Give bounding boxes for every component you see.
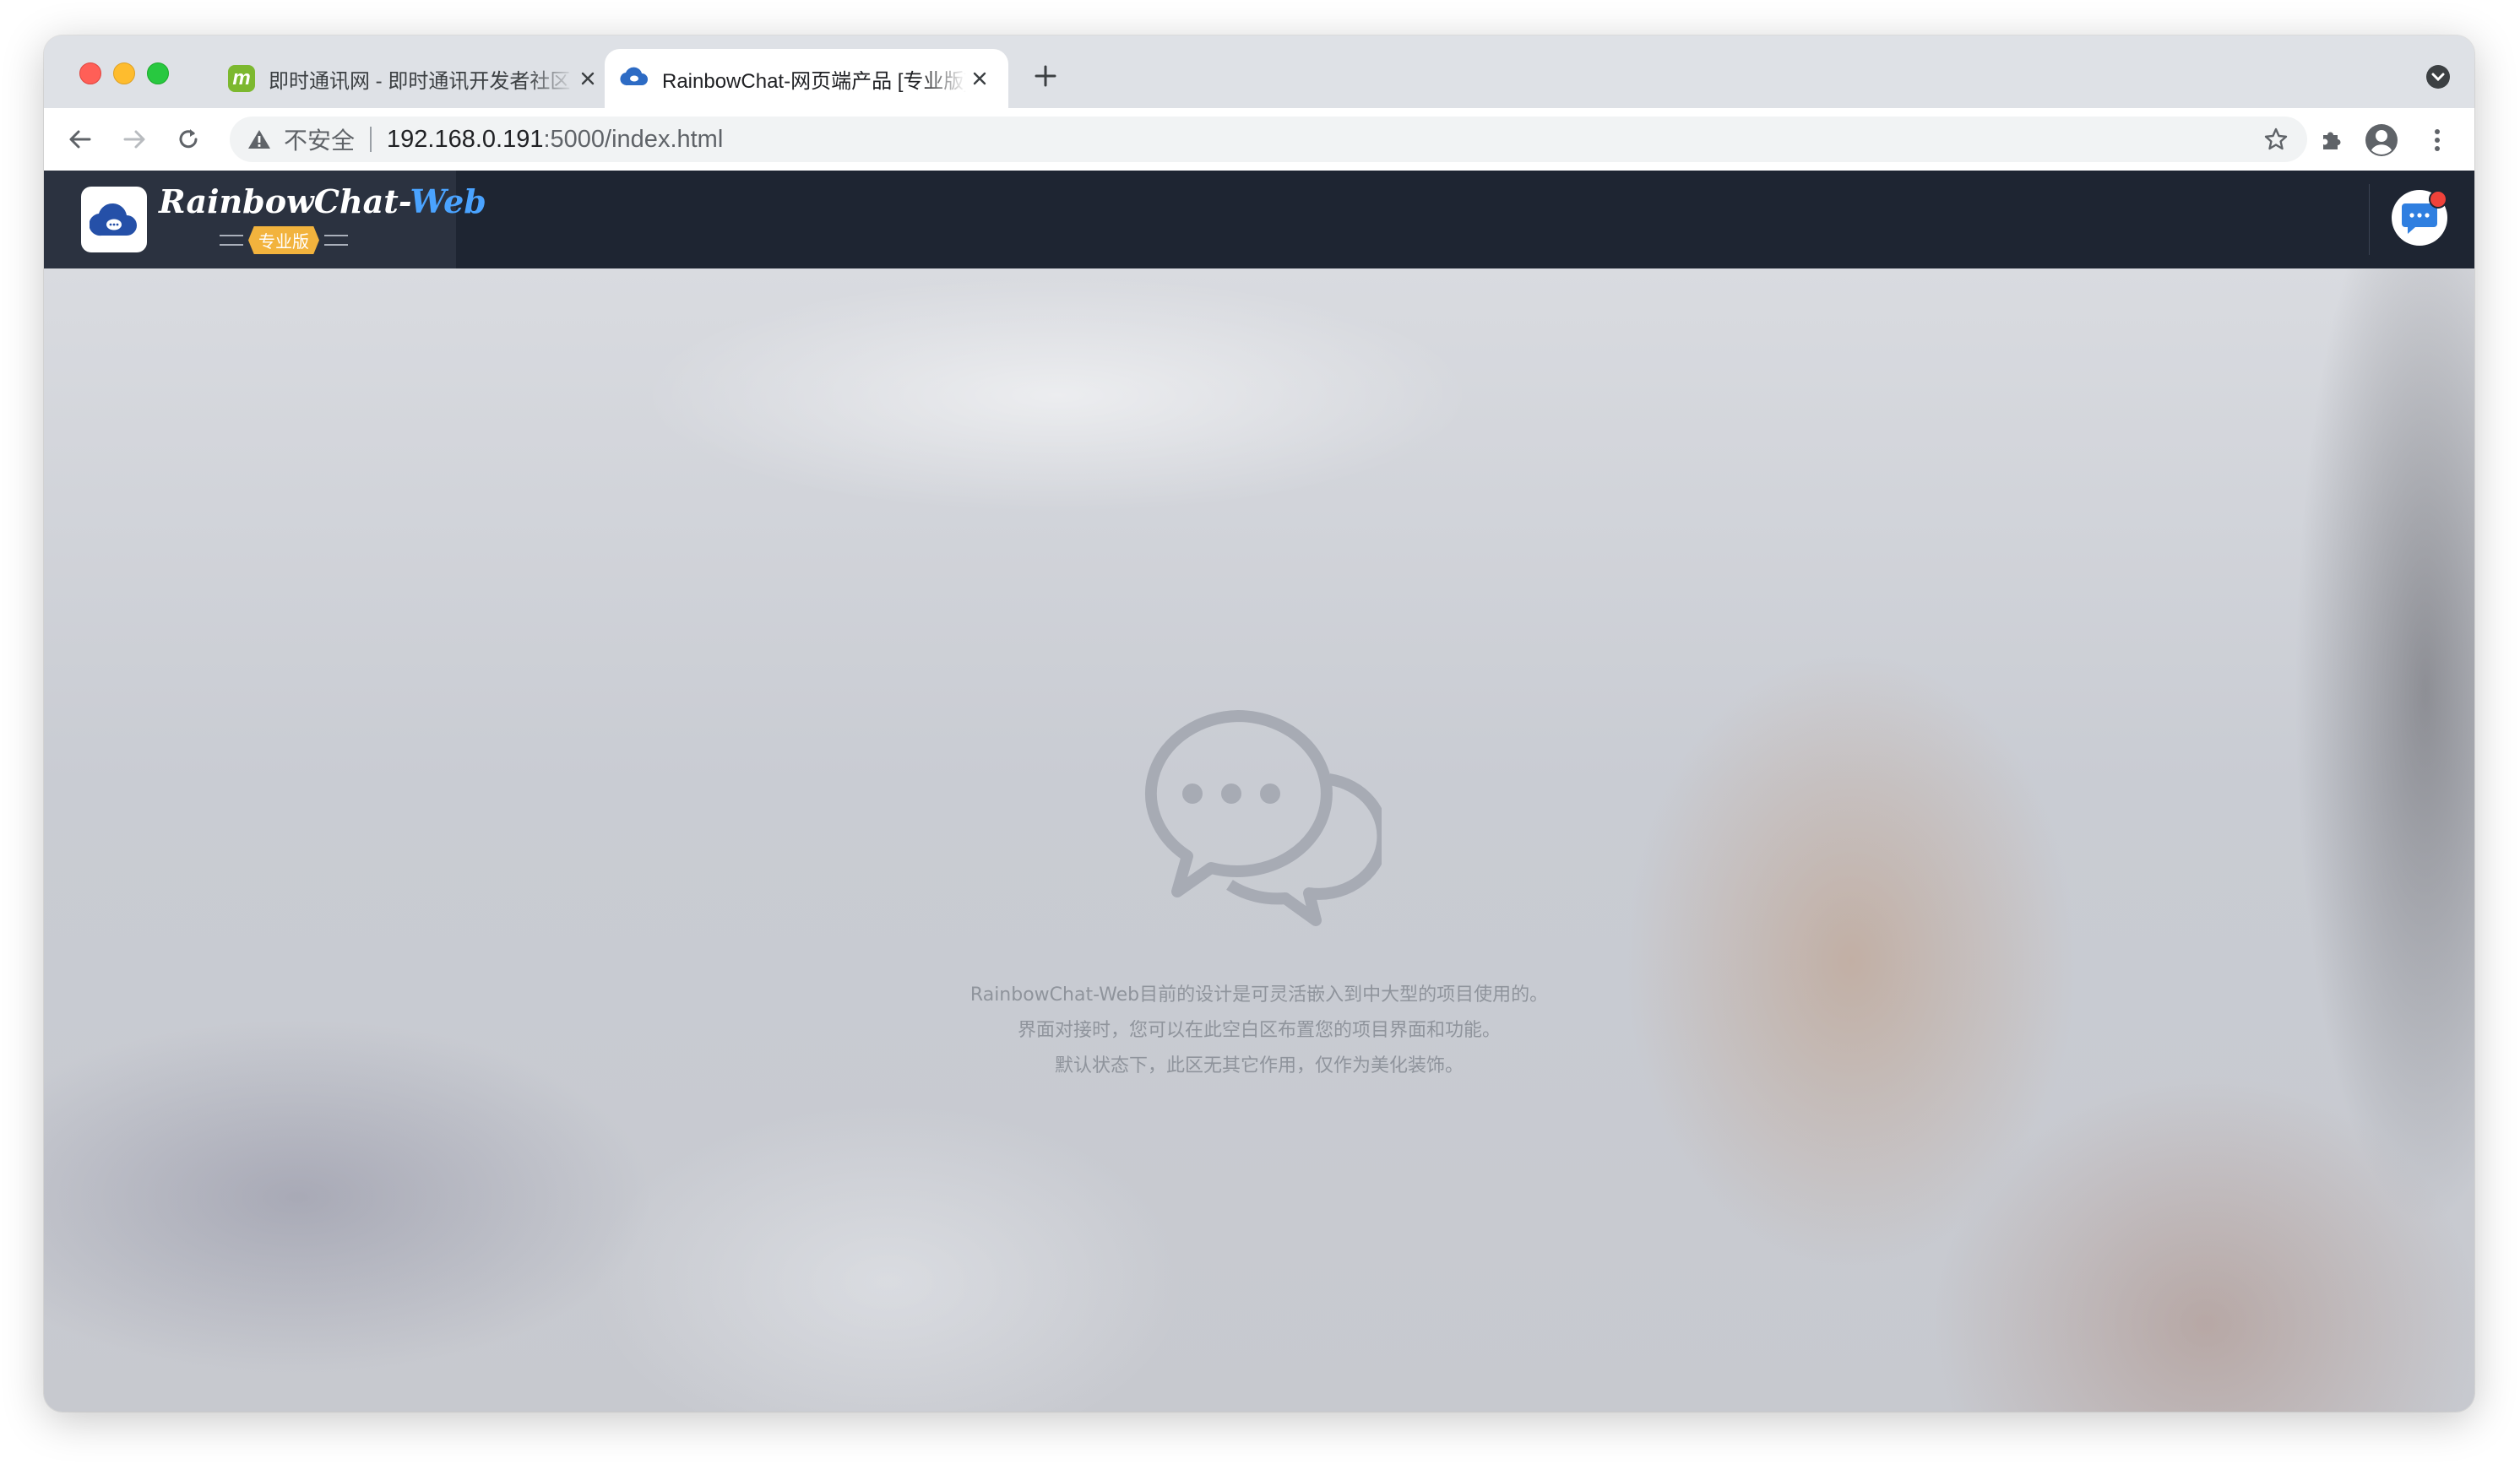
maximize-window-button[interactable] [147, 62, 169, 84]
divider [370, 127, 372, 152]
web-page: RainbowChat-Web 专业版 RainbowChat-Web目前的设计… [44, 171, 2474, 1412]
blank-workspace: RainbowChat-Web目前的设计是可灵活嵌入到中大型的项目使用的。 界面… [44, 268, 2474, 1412]
logo[interactable]: RainbowChat-Web 专业版 [44, 171, 486, 268]
m-logo-icon: m [228, 65, 255, 92]
tab-search-icon[interactable] [2425, 64, 2451, 89]
close-tab-icon[interactable] [574, 65, 601, 92]
forward-button[interactable] [118, 123, 150, 155]
tab-title: RainbowChat-网页端产品 [专业版] [662, 69, 966, 93]
extensions-puzzle-icon[interactable] [2314, 123, 2348, 157]
description-line: RainbowChat-Web目前的设计是可灵活嵌入到中大型的项目使用的。 [969, 984, 1549, 1006]
chat-bubbles-icon [1137, 691, 1389, 935]
close-tab-icon[interactable] [966, 65, 993, 92]
url-path: :5000/index.html [543, 125, 724, 153]
bookmark-star-icon[interactable] [2263, 127, 2289, 152]
minimize-window-button[interactable] [113, 62, 135, 84]
app-header: RainbowChat-Web 专业版 [44, 171, 2474, 268]
tab-title: 即时通讯网 - 即时通讯开发者社区 [269, 69, 571, 93]
reload-button[interactable] [172, 123, 204, 155]
description-line: 默认状态下，此区无其它作用，仅作为美化装饰。 [1054, 1055, 1464, 1076]
browser-window: m 即时通讯网 - 即时通讯开发者社区 RainbowChat-网页端产品 [专… [44, 35, 2474, 1412]
description-line: 界面对接时，您可以在此空白区布置您的项目界面和功能。 [1017, 1020, 1501, 1041]
rainbowchat-logo-icon [81, 187, 147, 252]
edition-badge: 专业版 [220, 226, 348, 254]
cloud-chat-icon [620, 65, 649, 93]
tab-52im[interactable]: m 即时通讯网 - 即时通讯开发者社区 [213, 49, 616, 108]
security-label[interactable]: 不安全 [284, 122, 355, 156]
tab-strip: m 即时通讯网 - 即时通讯开发者社区 RainbowChat-网页端产品 [专… [44, 35, 2474, 108]
profile-avatar-icon[interactable] [2365, 123, 2398, 157]
back-button[interactable] [64, 123, 96, 155]
logo-text: RainbowChat-Web [159, 182, 486, 220]
notification-dot [2429, 190, 2447, 209]
tab-rainbowchat[interactable]: RainbowChat-网页端产品 [专业版] [605, 49, 1008, 108]
address-bar[interactable]: 不安全 192.168.0.191:5000/index.html [230, 117, 2307, 162]
close-window-button[interactable] [79, 62, 101, 84]
browser-toolbar: 不安全 192.168.0.191:5000/index.html [44, 108, 2474, 171]
browser-menu-icon[interactable] [2420, 123, 2454, 157]
workspace-description: RainbowChat-Web目前的设计是可灵活嵌入到中大型的项目使用的。 界面… [44, 978, 2474, 1084]
warning-icon[interactable] [247, 127, 272, 152]
new-tab-button[interactable] [1029, 59, 1062, 93]
messages-button[interactable] [2392, 190, 2447, 246]
url-host: 192.168.0.191 [387, 125, 544, 153]
divider [2369, 184, 2370, 255]
